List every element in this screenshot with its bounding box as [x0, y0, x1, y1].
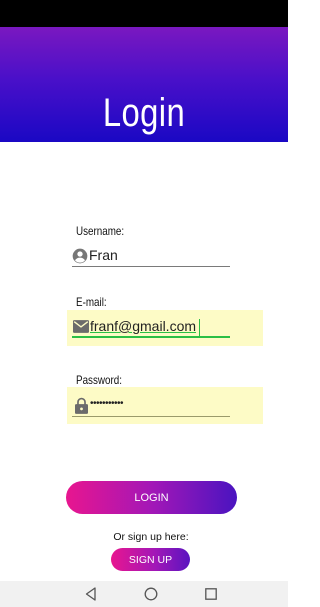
- password-label: Password:: [76, 373, 122, 387]
- recents-icon[interactable]: [203, 586, 219, 602]
- password-value: •••••••••••: [90, 398, 124, 409]
- mail-icon: [73, 320, 89, 333]
- username-field[interactable]: Fran: [70, 245, 230, 267]
- email-value: franf@gmail.com: [90, 318, 197, 334]
- text-cursor: [199, 319, 200, 336]
- email-label: E-mail:: [76, 295, 107, 309]
- signup-hint: Or sign up here:: [113, 531, 189, 543]
- username-value: Fran: [89, 247, 118, 263]
- password-underline: [72, 416, 230, 417]
- lock-icon: [75, 397, 88, 414]
- username-label: Username:: [76, 224, 125, 238]
- navigation-bar: [0, 581, 288, 607]
- account-circle-icon: [72, 248, 88, 264]
- page-title: Login: [102, 91, 186, 135]
- email-field[interactable]: franf@gmail.com: [70, 316, 230, 338]
- signup-button[interactable]: SIGN UP: [111, 548, 190, 571]
- home-icon[interactable]: [143, 586, 159, 602]
- back-icon[interactable]: [83, 586, 99, 602]
- password-field[interactable]: •••••••••••: [70, 395, 230, 417]
- username-underline: [72, 266, 230, 267]
- email-underline: [72, 336, 230, 338]
- header-banner: Login: [0, 27, 288, 142]
- status-bar: [0, 0, 288, 27]
- login-button[interactable]: LOGIN: [66, 481, 237, 514]
